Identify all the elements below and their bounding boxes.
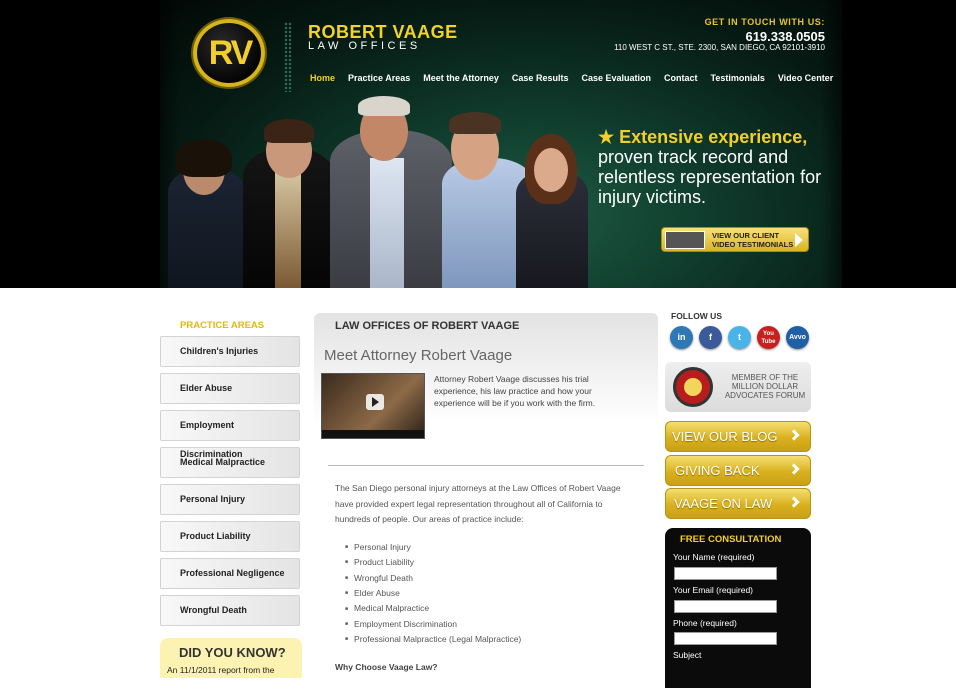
why-heading: Why Choose Vaage Law? — [335, 662, 438, 672]
person-3-hair — [358, 96, 410, 116]
nav-testimonials[interactable]: Testimonials — [710, 73, 764, 83]
intro-paragraph: The San Diego personal injury attorneys … — [335, 483, 621, 524]
video-thumbnail-icon — [665, 231, 705, 249]
giving-back-label: GIVING BACK — [675, 463, 760, 478]
list-item: Wrongful Death — [345, 571, 521, 586]
video-button-label: VIEW OUR CLIENT VIDEO TESTIMONIALS — [712, 231, 793, 249]
firm-subtitle: LAW OFFICES — [308, 40, 421, 52]
nav-contact[interactable]: Contact — [664, 73, 698, 83]
list-item: Professional Malpractice (Legal Malpract… — [345, 632, 521, 647]
million-dollar-advocates-badge[interactable]: MEMBER OF THE MILLION DOLLAR ADVOCATES F… — [665, 362, 811, 412]
practice-areas-list: Children's Injuries Elder Abuse Employme… — [160, 336, 300, 632]
avvo-icon[interactable]: Avvo — [786, 326, 809, 349]
main-heading: LAW OFFICES OF ROBERT VAAGE — [335, 320, 520, 332]
practice-area-elder-abuse[interactable]: Elder Abuse — [160, 373, 300, 404]
nav-meet-the-attorney[interactable]: Meet the Attorney — [423, 73, 499, 83]
chevron-right-icon — [788, 429, 800, 441]
play-icon[interactable] — [366, 394, 384, 410]
video-description: Attorney Robert Vaage discusses his tria… — [434, 374, 596, 408]
video-testimonials-button[interactable]: VIEW OUR CLIENT VIDEO TESTIMONIALS — [661, 227, 809, 252]
phone-input[interactable] — [674, 632, 777, 645]
list-item: Product Liability — [345, 555, 521, 570]
giving-back-button[interactable]: GIVING BACK — [665, 455, 811, 486]
practice-area-personal-injury[interactable]: Personal Injury — [160, 484, 300, 515]
practice-area-professional-negligence[interactable]: Professional Negligence — [160, 558, 300, 589]
person-3-shirt — [370, 158, 404, 288]
vaage-on-law-label: VAAGE ON LAW — [674, 496, 773, 511]
vaage-on-law-button[interactable]: VAAGE ON LAW — [665, 488, 811, 519]
name-label: Your Name (required) — [673, 552, 755, 562]
video-button-line1: VIEW OUR CLIENT — [712, 231, 780, 240]
list-item: Employment Discrimination — [345, 617, 521, 632]
main-nav: Home Practice Areas Meet the Attorney Ca… — [310, 73, 846, 83]
person-2-hair — [264, 119, 314, 143]
contact-phone[interactable]: 619.338.0505 — [745, 29, 825, 44]
nav-practice-areas[interactable]: Practice Areas — [348, 73, 410, 83]
tagline-rest: proven track record and relentless repre… — [598, 147, 822, 207]
person-1-hair — [176, 139, 232, 177]
seal-icon — [673, 367, 713, 407]
arrow-right-icon — [795, 233, 803, 247]
practice-bullet-list: Personal Injury Product Liability Wrongf… — [345, 540, 521, 647]
email-label: Your Email (required) — [673, 585, 753, 595]
video-controls[interactable] — [322, 430, 424, 438]
decorative-dots — [284, 22, 292, 92]
linkedin-icon[interactable]: in — [670, 326, 693, 349]
logo-text[interactable]: RV — [200, 34, 260, 73]
person-4-hair — [449, 112, 501, 134]
divider — [328, 465, 644, 466]
view-our-blog-label: VIEW OUR BLOG — [672, 429, 778, 444]
chevron-right-icon — [788, 496, 800, 508]
list-item: Personal Injury — [345, 540, 521, 555]
free-consultation-title: FREE CONSULTATION — [680, 534, 782, 545]
did-you-know-title: DID YOU KNOW? — [179, 645, 286, 660]
practice-area-wrongful-death[interactable]: Wrongful Death — [160, 595, 300, 626]
contact-label: GET IN TOUCH WITH US: — [704, 17, 825, 27]
star-icon: ★ — [598, 127, 615, 147]
facebook-icon[interactable]: f — [699, 326, 722, 349]
tagline-highlight: Extensive experience, — [619, 127, 808, 147]
list-item: Elder Abuse — [345, 586, 521, 601]
list-item: Medical Malpractice — [345, 601, 521, 616]
practice-areas-title: PRACTICE AREAS — [180, 320, 265, 331]
chevron-right-icon — [788, 463, 800, 475]
person-5-face — [534, 148, 568, 192]
hero-tagline: ★ Extensive experience, proven track rec… — [598, 127, 838, 207]
practice-area-medical-malpractice[interactable]: Medical Malpractice — [160, 447, 300, 478]
name-input[interactable] — [674, 567, 777, 580]
twitter-icon[interactable]: t — [728, 326, 751, 349]
nav-home[interactable]: Home — [310, 73, 335, 83]
main-subheading: Meet Attorney Robert Vaage — [324, 347, 513, 364]
nav-video-center[interactable]: Video Center — [778, 73, 833, 83]
email-input[interactable] — [674, 600, 777, 613]
youtube-icon[interactable]: You Tube — [757, 326, 780, 349]
contact-address: 110 WEST C ST., STE. 2300, SAN DIEGO, CA… — [614, 43, 825, 52]
practice-area-childrens-injuries[interactable]: Children's Injuries — [160, 336, 300, 367]
view-our-blog-button[interactable]: VIEW OUR BLOG — [665, 421, 811, 452]
hero-banner: RV ROBERT VAAGE LAW OFFICES GET IN TOUCH… — [0, 0, 956, 288]
did-you-know-box: DID YOU KNOW? An 11/1/2011 report from t… — [160, 638, 302, 678]
phone-label: Phone (required) — [673, 618, 737, 628]
nav-case-evaluation[interactable]: Case Evaluation — [581, 73, 651, 83]
social-links: in f t You Tube Avvo — [670, 326, 809, 349]
person-2-scarf — [275, 168, 301, 288]
follow-us-title: FOLLOW US — [671, 311, 722, 321]
practice-area-product-liability[interactable]: Product Liability — [160, 521, 300, 552]
subject-label: Subject — [673, 650, 702, 660]
practice-area-employment-discrimination[interactable]: Employment Discrimination — [160, 410, 300, 459]
nav-case-results[interactable]: Case Results — [512, 73, 569, 83]
madf-text: MEMBER OF THE MILLION DOLLAR ADVOCATES F… — [724, 373, 806, 400]
video-button-line2: VIDEO TESTIMONIALS — [712, 240, 794, 249]
attorney-video-player[interactable] — [321, 373, 425, 439]
